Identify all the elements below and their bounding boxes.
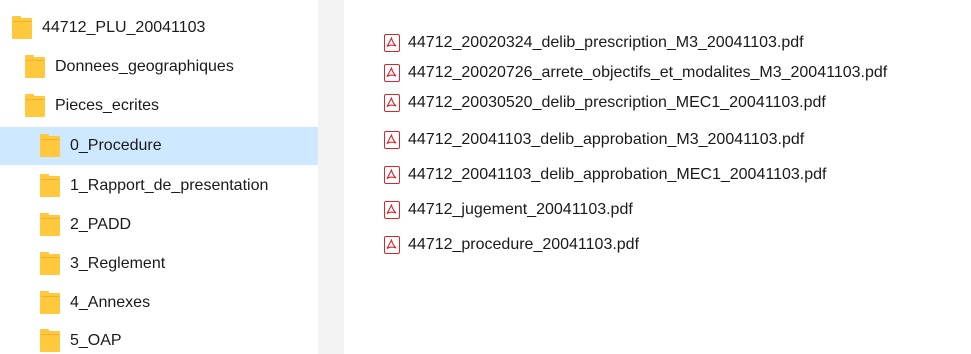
pdf-icon (384, 94, 400, 112)
file-name: 44712_20041103_delib_approbation_M3_2004… (408, 131, 805, 148)
tree-item-44712-plu-20041103[interactable]: 44712_PLU_20041103 (12, 10, 205, 46)
folder-icon (40, 173, 60, 197)
navigation-tree: 44712_PLU_20041103 Donnees_geographiques… (0, 0, 318, 354)
folder-icon (25, 54, 45, 78)
file-name: 44712_20020324_delib_prescription_M3_200… (408, 34, 804, 51)
pane-divider[interactable] (318, 0, 344, 354)
pdf-icon (384, 131, 400, 149)
tree-item-label: 0_Procedure (70, 137, 162, 154)
tree-item-2-padd[interactable]: 2_PADD (40, 207, 131, 243)
tree-item-1-rapport-de-presentation[interactable]: 1_Rapport_de_presentation (40, 168, 268, 204)
tree-item-pieces-ecrites[interactable]: Pieces_ecrites (25, 88, 159, 124)
file-name: 44712_procedure_20041103.pdf (408, 236, 640, 253)
folder-icon (40, 133, 60, 157)
tree-item-5-oap[interactable]: 5_OAP (40, 323, 122, 354)
tree-item-label: 4_Annexes (70, 294, 151, 311)
folder-icon (25, 93, 45, 117)
file-name: 44712_20041103_delib_approbation_MEC1_20… (408, 166, 827, 183)
tree-item-donnees-geographiques[interactable]: Donnees_geographiques (25, 49, 234, 85)
folder-icon (40, 328, 60, 352)
file-name: 44712_20020726_arrete_objectifs_et_modal… (408, 64, 888, 81)
file-name: 44712_jugement_20041103.pdf (408, 201, 633, 218)
file-explorer-window: 44712_PLU_20041103 Donnees_geographiques… (0, 0, 971, 354)
pdf-icon (384, 64, 400, 82)
file-row[interactable]: 44712_20020324_delib_prescription_M3_200… (384, 31, 804, 55)
file-row[interactable]: 44712_20041103_delib_approbation_MEC1_20… (384, 163, 826, 187)
file-list: 44712_20020324_delib_prescription_M3_200… (344, 0, 971, 354)
file-row[interactable]: 44712_20020726_arrete_objectifs_et_modal… (384, 61, 887, 85)
pdf-icon (384, 201, 400, 219)
tree-item-label: 3_Reglement (70, 255, 166, 272)
file-row[interactable]: 44712_20030520_delib_prescription_MEC1_2… (384, 91, 826, 115)
tree-item-3-reglement[interactable]: 3_Reglement (40, 246, 165, 282)
folder-icon (40, 251, 60, 275)
tree-item-4-annexes[interactable]: 4_Annexes (40, 285, 150, 321)
file-row[interactable]: 44712_jugement_20041103.pdf (384, 198, 633, 222)
file-row[interactable]: 44712_20041103_delib_approbation_M3_2004… (384, 128, 804, 152)
tree-item-label: Donnees_geographiques (55, 58, 234, 75)
pdf-icon (384, 166, 400, 184)
pdf-icon (384, 34, 400, 52)
pdf-icon (384, 236, 400, 254)
tree-item-label: 44712_PLU_20041103 (42, 19, 206, 36)
file-name: 44712_20030520_delib_prescription_MEC1_2… (408, 94, 826, 111)
tree-item-label: 1_Rapport_de_presentation (70, 177, 269, 194)
folder-icon (40, 290, 60, 314)
tree-item-label: 5_OAP (70, 332, 122, 349)
tree-item-0-procedure[interactable]: 0_Procedure (0, 127, 318, 165)
folder-icon (40, 212, 60, 236)
tree-item-label: 2_PADD (70, 216, 132, 233)
folder-icon (12, 15, 32, 39)
tree-item-label: Pieces_ecrites (55, 97, 160, 114)
file-row[interactable]: 44712_procedure_20041103.pdf (384, 233, 639, 257)
